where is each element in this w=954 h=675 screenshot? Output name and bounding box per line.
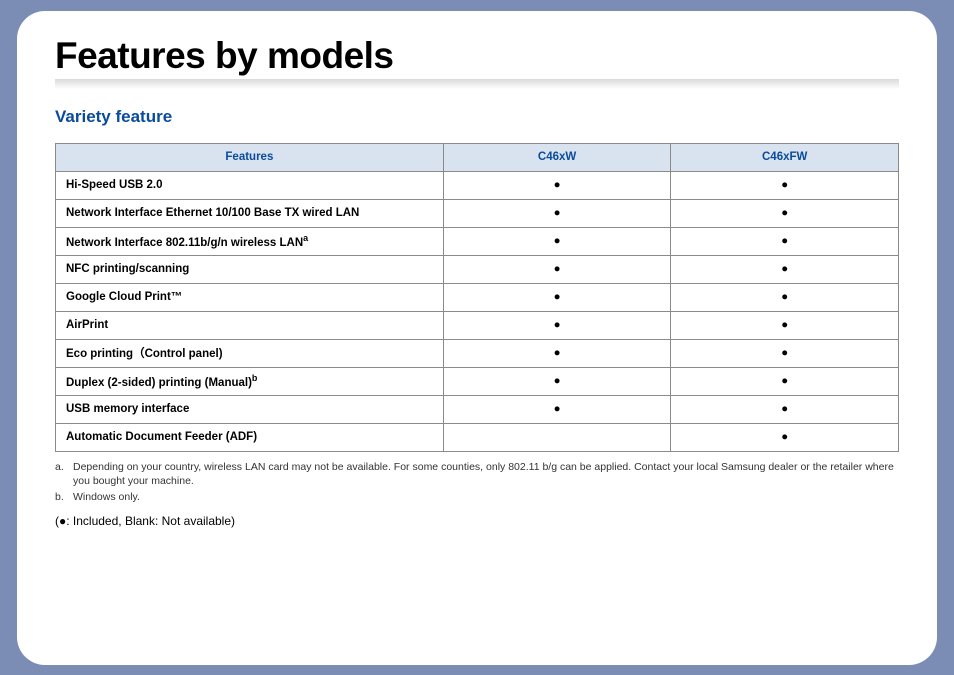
feature-mark-model-2: ● — [671, 255, 899, 283]
feature-mark-model-2: ● — [671, 395, 899, 423]
footnote-ref: b — [252, 373, 258, 383]
footnote-ref: a — [303, 233, 308, 243]
feature-mark-model-1: ● — [443, 283, 671, 311]
table-row: Automatic Document Feeder (ADF) ● — [56, 423, 899, 451]
feature-mark-model-1: ● — [443, 227, 671, 255]
table-row: USB memory interface●● — [56, 395, 899, 423]
feature-mark-model-2: ● — [671, 423, 899, 451]
feature-name: AirPrint — [56, 311, 444, 339]
feature-name: Network Interface 802.11b/g/n wireless L… — [56, 227, 444, 255]
feature-name: USB memory interface — [56, 395, 444, 423]
table-row: Network Interface Ethernet 10/100 Base T… — [56, 199, 899, 227]
feature-mark-model-1: ● — [443, 367, 671, 395]
feature-mark-model-2: ● — [671, 311, 899, 339]
features-table: Features C46xW C46xFW Hi-Speed USB 2.0●●… — [55, 143, 899, 452]
table-row: NFC printing/scanning●● — [56, 255, 899, 283]
feature-mark-model-2: ● — [671, 171, 899, 199]
header-model-2: C46xFW — [671, 143, 899, 171]
footnote-letter: a. — [55, 460, 67, 488]
legend: (●: Included, Blank: Not available) — [55, 514, 899, 528]
footnote-letter: b. — [55, 490, 67, 504]
feature-mark-model-2: ● — [671, 283, 899, 311]
feature-mark-model-1 — [443, 423, 671, 451]
feature-name: NFC printing/scanning — [56, 255, 444, 283]
header-model-1: C46xW — [443, 143, 671, 171]
feature-mark-model-2: ● — [671, 199, 899, 227]
feature-name: Google Cloud Print™ — [56, 283, 444, 311]
section-title: Variety feature — [55, 107, 899, 127]
footnote-text: Depending on your country, wireless LAN … — [73, 460, 899, 488]
table-row: Eco printing（Control panel)●● — [56, 339, 899, 367]
feature-mark-model-1: ● — [443, 171, 671, 199]
feature-name: Hi-Speed USB 2.0 — [56, 171, 444, 199]
feature-mark-model-1: ● — [443, 199, 671, 227]
footnote-text: Windows only. — [73, 490, 140, 504]
page-title: Features by models — [55, 35, 899, 77]
feature-mark-model-2: ● — [671, 367, 899, 395]
table-row: AirPrint●● — [56, 311, 899, 339]
title-divider — [55, 79, 899, 89]
table-row: Network Interface 802.11b/g/n wireless L… — [56, 227, 899, 255]
table-header-row: Features C46xW C46xFW — [56, 143, 899, 171]
feature-mark-model-1: ● — [443, 311, 671, 339]
feature-mark-model-1: ● — [443, 395, 671, 423]
footnote: b. Windows only. — [55, 490, 899, 504]
table-row: Hi-Speed USB 2.0●● — [56, 171, 899, 199]
feature-name: Automatic Document Feeder (ADF) — [56, 423, 444, 451]
table-row: Duplex (2-sided) printing (Manual)b●● — [56, 367, 899, 395]
feature-name: Duplex (2-sided) printing (Manual)b — [56, 367, 444, 395]
feature-mark-model-2: ● — [671, 339, 899, 367]
feature-name: Network Interface Ethernet 10/100 Base T… — [56, 199, 444, 227]
feature-mark-model-2: ● — [671, 227, 899, 255]
footnote: a.Depending on your country, wireless LA… — [55, 460, 899, 488]
feature-name: Eco printing（Control panel) — [56, 339, 444, 367]
feature-mark-model-1: ● — [443, 255, 671, 283]
header-features: Features — [56, 143, 444, 171]
document-page: Features by models Variety feature Featu… — [17, 11, 937, 665]
feature-mark-model-1: ● — [443, 339, 671, 367]
table-row: Google Cloud Print™●● — [56, 283, 899, 311]
footnotes: a.Depending on your country, wireless LA… — [55, 460, 899, 505]
